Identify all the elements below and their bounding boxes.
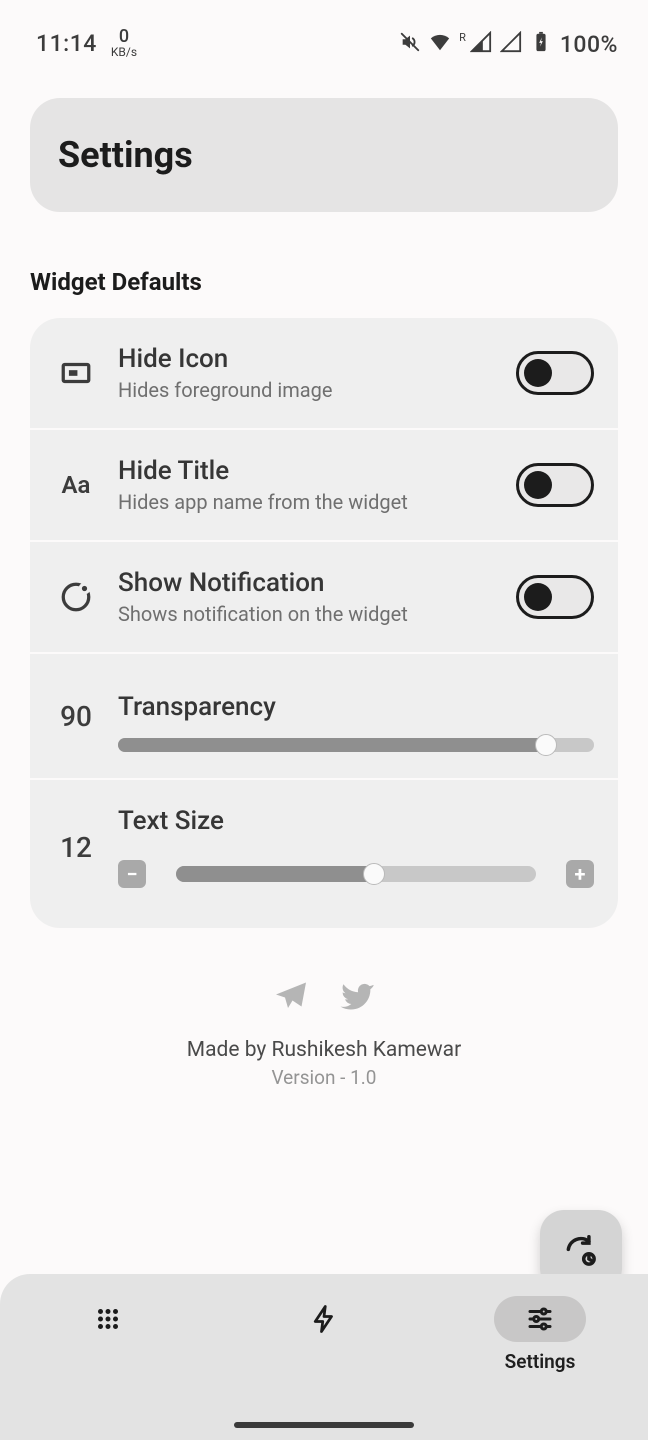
hide-icon-row[interactable]: Hide Icon Hides foreground image (30, 318, 618, 430)
bottom-nav: Settings (0, 1274, 648, 1440)
transparency-row: 90 Transparency (30, 654, 618, 780)
show-notification-title: Show Notification (118, 568, 496, 598)
status-bar: 11:14 0 KB/s R 100% (0, 0, 648, 70)
twitter-icon[interactable] (339, 978, 375, 1018)
hide-icon-title: Hide Icon (118, 344, 496, 374)
status-clock: 11:14 (36, 30, 97, 57)
status-net-speed: 0 KB/s (111, 28, 137, 58)
status-right: R 100% (399, 31, 618, 58)
mute-icon (399, 31, 421, 57)
transparency-title: Transparency (118, 692, 594, 722)
nav-settings-label: Settings (505, 1350, 576, 1373)
text-size-decrement[interactable]: − (118, 860, 146, 888)
text-size-title: Text Size (118, 806, 594, 836)
text-size-value: 12 (54, 831, 98, 864)
hide-title-sub: Hides app name from the widget (118, 490, 496, 514)
hide-title-toggle[interactable] (516, 463, 594, 507)
text-size-body: Text Size − + (118, 806, 594, 888)
signal-icon-2 (500, 31, 522, 57)
telegram-icon[interactable] (273, 978, 309, 1018)
text-icon: Aa (54, 471, 98, 499)
nav-settings[interactable]: Settings (433, 1296, 647, 1373)
transparency-body: Transparency (118, 680, 594, 752)
section-header: Widget Defaults (30, 268, 618, 296)
hide-title-row[interactable]: Aa Hide Title Hides app name from the wi… (30, 430, 618, 542)
wifi-icon (429, 31, 451, 57)
hide-icon-body: Hide Icon Hides foreground image (118, 344, 496, 402)
notification-dot-icon (54, 580, 98, 614)
roaming-indicator: R (459, 31, 466, 44)
hide-icon-toggle[interactable] (516, 351, 594, 395)
hide-title-title: Hide Title (118, 456, 496, 486)
credits: Made by Rushikesh Kamewar Version - 1.0 (30, 978, 618, 1089)
battery-text: 100% (560, 31, 618, 58)
battery-icon (530, 31, 552, 57)
page-title-card: Settings (30, 98, 618, 212)
transparency-value: 90 (54, 700, 98, 733)
text-size-slider[interactable] (176, 866, 536, 882)
show-notification-sub: Shows notification on the widget (118, 602, 496, 626)
image-icon (54, 356, 98, 390)
hide-title-body: Hide Title Hides app name from the widge… (118, 456, 496, 514)
show-notification-toggle[interactable] (516, 575, 594, 619)
page-title: Settings (58, 134, 590, 176)
text-size-row: 12 Text Size − + (30, 780, 618, 928)
gesture-bar (234, 1422, 414, 1428)
nav-flash[interactable] (217, 1296, 431, 1342)
nav-apps[interactable] (1, 1296, 215, 1342)
transparency-slider[interactable] (118, 738, 594, 752)
widget-defaults-card: Hide Icon Hides foreground image Aa Hide… (30, 318, 618, 928)
credits-version: Version - 1.0 (30, 1066, 618, 1089)
signal-icon-1 (470, 31, 492, 57)
show-notification-row[interactable]: Show Notification Shows notification on … (30, 542, 618, 654)
status-left: 11:14 0 KB/s (36, 30, 137, 58)
page-content: Settings Widget Defaults Hide Icon Hides… (0, 70, 648, 1089)
text-size-increment[interactable]: + (566, 860, 594, 888)
credits-author: Made by Rushikesh Kamewar (30, 1038, 618, 1062)
show-notification-body: Show Notification Shows notification on … (118, 568, 496, 626)
hide-icon-sub: Hides foreground image (118, 378, 496, 402)
